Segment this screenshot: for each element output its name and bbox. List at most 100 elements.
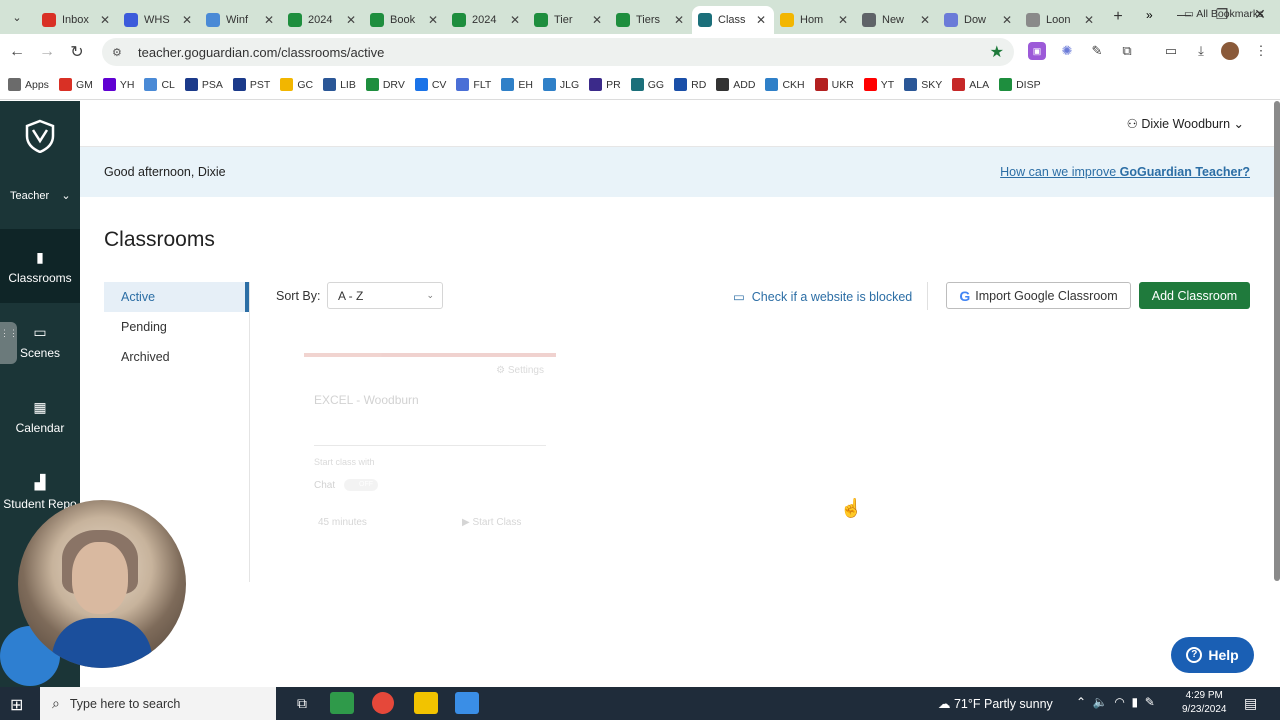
screen-recorder-handle[interactable]: ⋮⋮: [0, 322, 18, 364]
import-google-classroom-button[interactable]: G Import Google Classroom: [946, 282, 1131, 309]
sort-select[interactable]: A - Z ⌄: [327, 282, 443, 309]
close-tab-icon[interactable]: ✕: [836, 13, 850, 27]
close-tab-icon[interactable]: ✕: [98, 13, 112, 27]
tab-pending[interactable]: Pending: [104, 312, 249, 342]
weather-widget[interactable]: ☁ 71°F Partly sunny: [938, 696, 1053, 711]
role-selector[interactable]: Teacher ⌄: [10, 189, 71, 202]
cast-icon[interactable]: ▭: [1162, 42, 1180, 60]
close-tab-icon[interactable]: ✕: [918, 13, 932, 27]
browser-tab[interactable]: Book ✕: [364, 6, 446, 34]
bookmark-item[interactable]: CL: [144, 78, 175, 91]
close-tab-icon[interactable]: ✕: [344, 13, 358, 27]
bookmark-item[interactable]: PSA: [184, 78, 223, 91]
clock[interactable]: 4:29 PM 9/23/2024: [1182, 689, 1227, 717]
check-website-blocked-link[interactable]: ▭ Check if a website is blocked: [733, 289, 912, 304]
site-info-icon[interactable]: ⚙: [112, 46, 128, 59]
bookmark-item[interactable]: GM: [58, 78, 93, 91]
close-tab-icon[interactable]: ✕: [672, 13, 686, 27]
bookmark-item[interactable]: CV: [414, 78, 446, 91]
help-button[interactable]: ? Help: [1171, 637, 1254, 673]
system-tray-icons[interactable]: ⌃ 🔈 ◠ ▮ ✎: [1076, 695, 1155, 709]
bookmark-item[interactable]: GG: [630, 78, 664, 91]
windows-start-icon[interactable]: ⊞: [10, 695, 23, 715]
bookmark-item[interactable]: YH: [102, 78, 134, 91]
start-class-button[interactable]: ▶ Start Class: [462, 517, 521, 528]
browser-tab[interactable]: 2024 ✕: [446, 6, 528, 34]
classroom-card[interactable]: ⚙ Settings EXCEL - Woodburn Start class …: [304, 353, 556, 543]
forward-icon[interactable]: →: [34, 43, 60, 61]
bookmark-item[interactable]: JLG: [542, 78, 579, 91]
tab-active[interactable]: Active: [104, 282, 249, 312]
browser-tab[interactable]: New ✕: [856, 6, 938, 34]
bookmark-item[interactable]: CKH: [765, 78, 805, 91]
close-tab-icon[interactable]: ✕: [262, 13, 276, 27]
bookmark-item[interactable]: GC: [280, 78, 313, 91]
webcam-overlay[interactable]: [18, 500, 186, 668]
page-scrollbar[interactable]: [1274, 101, 1280, 581]
puzzle-icon[interactable]: ⧉: [1118, 42, 1136, 60]
bookmark-item[interactable]: Apps: [8, 78, 49, 91]
browser-tab[interactable]: Tiers ✕: [610, 6, 692, 34]
close-tab-icon[interactable]: ✕: [508, 13, 522, 27]
browser-tab[interactable]: Winf ✕: [200, 6, 282, 34]
pen-extension-icon[interactable]: ✎: [1088, 42, 1106, 60]
browser-tab[interactable]: Loon ✕: [1020, 6, 1102, 34]
bookmark-item[interactable]: EH: [501, 78, 533, 91]
bookmark-item[interactable]: ADD: [716, 78, 755, 91]
download-icon[interactable]: ⤓: [1192, 42, 1210, 60]
browser-tab[interactable]: Inbox ✕: [36, 6, 118, 34]
browser-tab[interactable]: Tier ✕: [528, 6, 610, 34]
bookmark-item[interactable]: RD: [674, 78, 706, 91]
add-classroom-button[interactable]: Add Classroom: [1139, 282, 1250, 309]
close-tab-icon[interactable]: ✕: [590, 13, 604, 27]
gear-extension-icon[interactable]: ✺: [1058, 42, 1076, 60]
card-settings[interactable]: ⚙ Settings: [496, 365, 544, 376]
close-tab-icon[interactable]: ✕: [1000, 13, 1014, 27]
profile-avatar[interactable]: [1221, 42, 1239, 60]
duration-select[interactable]: 45 minutes: [318, 517, 367, 528]
all-bookmarks-folder[interactable]: ▭ All Bookmarks: [1184, 8, 1263, 20]
back-icon[interactable]: ←: [4, 43, 30, 61]
notification-icon[interactable]: ▤: [1244, 695, 1257, 712]
new-tab-button[interactable]: +: [1106, 8, 1130, 26]
task-view-icon[interactable]: ⧉: [290, 692, 314, 714]
sidebar-item-calendar[interactable]: ▦ Calendar: [0, 379, 80, 453]
chat-toggle[interactable]: OFF: [344, 479, 378, 491]
reload-icon[interactable]: ↻: [64, 42, 90, 62]
bookmark-item[interactable]: UKR: [814, 78, 854, 91]
bookmark-star-icon[interactable]: ★: [990, 42, 1004, 62]
bookmark-item[interactable]: ALA: [952, 78, 989, 91]
bookmark-item[interactable]: LIB: [323, 78, 356, 91]
bookmark-item[interactable]: YT: [863, 78, 894, 91]
bookmark-item[interactable]: PST: [232, 78, 270, 91]
tab-search-button[interactable]: ⌄: [6, 6, 28, 28]
app-window-icon[interactable]: [455, 692, 479, 714]
extension-icon[interactable]: ▣: [1028, 42, 1046, 60]
menu-kebab-icon[interactable]: ⋮: [1252, 42, 1270, 60]
bookmark-item[interactable]: PR: [589, 78, 621, 91]
bookmark-item[interactable]: SKY: [904, 78, 942, 91]
browser-tab[interactable]: Hom ✕: [774, 6, 856, 34]
bookmark-item[interactable]: DRV: [365, 78, 405, 91]
file-explorer-icon[interactable]: [414, 692, 438, 714]
feedback-link[interactable]: How can we improve GoGuardian Teacher?: [1000, 165, 1250, 179]
address-bar[interactable]: ⚙ teacher.goguardian.com/classrooms/acti…: [102, 38, 1014, 66]
browser-tab[interactable]: 2024 ✕: [282, 6, 364, 34]
chrome-taskbar-icon[interactable]: [372, 692, 394, 714]
close-tab-icon[interactable]: ✕: [1082, 13, 1096, 27]
goguardian-logo[interactable]: [25, 119, 55, 153]
close-tab-icon[interactable]: ✕: [754, 13, 768, 27]
browser-tab[interactable]: Dow ✕: [938, 6, 1020, 34]
browser-tab[interactable]: WHS ✕: [118, 6, 200, 34]
sidebar-item-classrooms[interactable]: ▮ Classrooms: [0, 229, 80, 303]
bookmark-item[interactable]: FLT: [456, 78, 491, 91]
close-tab-icon[interactable]: ✕: [180, 13, 194, 27]
user-menu[interactable]: ⚇ Dixie Woodburn ⌄: [1127, 116, 1244, 131]
tab-archived[interactable]: Archived: [104, 342, 249, 372]
close-tab-icon[interactable]: ✕: [426, 13, 440, 27]
browser-tab[interactable]: Class ✕: [692, 6, 774, 34]
taskbar-search[interactable]: ⌕ Type here to search: [40, 687, 276, 720]
bookmarks-overflow-icon[interactable]: »: [1146, 8, 1153, 22]
bookmark-item[interactable]: DISP: [999, 78, 1041, 91]
app-icon[interactable]: [330, 692, 354, 714]
